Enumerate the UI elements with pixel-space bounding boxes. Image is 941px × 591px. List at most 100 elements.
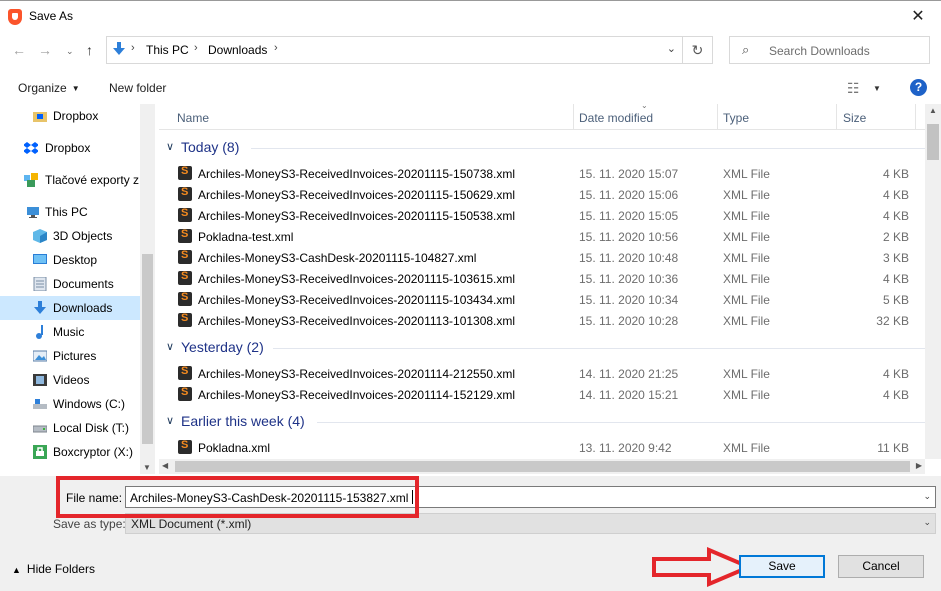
column-header-type[interactable]: Type bbox=[723, 111, 749, 125]
chevron-down-icon[interactable]: ⌄ bbox=[923, 491, 931, 502]
column-divider[interactable] bbox=[573, 104, 574, 130]
save-button[interactable]: Save bbox=[739, 555, 825, 578]
file-name: Archiles-MoneyS3-ReceivedInvoices-202011… bbox=[198, 367, 516, 381]
file-size: 5 KB bbox=[882, 293, 909, 307]
column-header-row: Name ⌄ Date modified Type Size bbox=[159, 104, 925, 130]
chevron-down-icon[interactable]: ∨ bbox=[166, 140, 174, 153]
address-dropdown-icon[interactable]: ⌄ bbox=[667, 42, 676, 55]
scrollbar-thumb[interactable] bbox=[927, 124, 939, 160]
nav-item-tlacove-exporty[interactable]: Tlačové exporty z bbox=[0, 168, 140, 192]
nav-item-this-pc[interactable]: This PC bbox=[0, 200, 140, 224]
nav-item-label: Dropbox bbox=[53, 109, 99, 123]
file-type: XML File bbox=[723, 388, 770, 402]
group-header-today[interactable]: ∨ Today (8) bbox=[159, 137, 925, 159]
nav-item-boxcryptor-x[interactable]: Boxcryptor (X:) bbox=[0, 440, 140, 464]
file-row[interactable]: Archiles-MoneyS3-ReceivedInvoices-202011… bbox=[159, 184, 925, 205]
group-header-yesterday[interactable]: ∨ Yesterday (2) bbox=[159, 337, 925, 359]
file-row[interactable]: Archiles-MoneyS3-ReceivedInvoices-202011… bbox=[159, 205, 925, 226]
file-list-horizontal-scrollbar[interactable]: ◀ ▶ bbox=[159, 459, 925, 474]
file-name: Archiles-MoneyS3-ReceivedInvoices-202011… bbox=[198, 293, 516, 307]
column-header-date-modified[interactable]: Date modified bbox=[579, 111, 653, 125]
file-row[interactable]: Archiles-MoneyS3-ReceivedInvoices-202011… bbox=[159, 363, 925, 384]
file-date: 14. 11. 2020 15:21 bbox=[579, 388, 679, 402]
back-arrow-icon[interactable]: ← bbox=[12, 42, 26, 58]
navigation-scrollbar[interactable]: ▼ bbox=[140, 104, 155, 474]
search-input[interactable]: Search Downloads bbox=[769, 44, 870, 58]
column-divider[interactable] bbox=[836, 104, 837, 130]
file-size: 4 KB bbox=[882, 388, 909, 402]
drive-icon bbox=[33, 425, 47, 433]
nav-item-documents[interactable]: Documents bbox=[0, 272, 140, 296]
nav-item-music[interactable]: Music bbox=[0, 320, 140, 344]
chevron-down-icon[interactable]: ∨ bbox=[166, 340, 174, 353]
dropbox-icon bbox=[24, 142, 38, 154]
shared-folder-icon bbox=[24, 173, 38, 187]
title-bar: Save As ✕ bbox=[0, 0, 941, 32]
file-row[interactable]: Archiles-MoneyS3-ReceivedInvoices-202011… bbox=[159, 163, 925, 184]
up-arrow-icon[interactable]: ↑ bbox=[86, 42, 93, 58]
file-name: Archiles-MoneyS3-CashDesk-20201115-10482… bbox=[198, 251, 477, 265]
close-icon[interactable]: ✕ bbox=[895, 1, 941, 32]
desktop-icon bbox=[33, 254, 47, 264]
recent-locations-chevron-icon[interactable]: ⌄ bbox=[66, 46, 74, 57]
nav-item-label: Pictures bbox=[53, 349, 97, 363]
refresh-icon[interactable]: ↻ bbox=[683, 36, 713, 64]
nav-item-label: Music bbox=[53, 325, 85, 339]
hide-folders-button[interactable]: ▲ Hide Folders bbox=[12, 562, 95, 576]
nav-item-desktop[interactable]: Desktop bbox=[0, 248, 140, 272]
file-row[interactable]: Pokladna.xml 13. 11. 2020 9:42 XML File 11 … bbox=[159, 437, 925, 458]
column-header-size[interactable]: Size bbox=[843, 111, 866, 125]
window-title: Save As bbox=[29, 9, 74, 23]
file-row[interactable]: Archiles-MoneyS3-ReceivedInvoices-202011… bbox=[159, 268, 925, 289]
file-date: 15. 11. 2020 10:36 bbox=[579, 272, 679, 286]
scrollbar-thumb[interactable] bbox=[175, 461, 910, 472]
3d-objects-icon bbox=[33, 229, 47, 243]
scroll-up-arrow-icon[interactable]: ▲ bbox=[929, 106, 937, 115]
scroll-left-arrow-icon[interactable]: ◀ bbox=[162, 461, 168, 470]
breadcrumb-downloads[interactable]: Downloads bbox=[208, 43, 267, 57]
column-divider[interactable] bbox=[717, 104, 718, 130]
nav-item-label: Desktop bbox=[53, 253, 98, 267]
file-row[interactable]: Archiles-MoneyS3-ReceivedInvoices-202011… bbox=[159, 384, 925, 405]
address-bar[interactable]: › This PC › Downloads › ⌄ bbox=[106, 36, 683, 64]
file-row[interactable]: Pokladna-test.xml 15. 11. 2020 10:56 XML F… bbox=[159, 226, 925, 247]
search-box[interactable]: ⌕ Search Downloads bbox=[729, 36, 930, 64]
caret-down-icon[interactable]: ▼ bbox=[873, 84, 881, 93]
new-folder-button[interactable]: New folder bbox=[109, 81, 166, 95]
file-row[interactable]: Archiles-MoneyS3-CashDesk-20201115-10482… bbox=[159, 247, 925, 268]
file-type: XML File bbox=[723, 251, 770, 265]
xml-file-icon bbox=[178, 228, 192, 243]
help-icon[interactable]: ? bbox=[910, 79, 927, 96]
group-header-earlier-this-week[interactable]: ∨ Earlier this week (4) bbox=[159, 411, 925, 433]
column-header-name[interactable]: Name bbox=[177, 111, 209, 125]
nav-item-label: Dropbox bbox=[45, 141, 91, 155]
breadcrumb-this-pc[interactable]: This PC bbox=[146, 43, 189, 57]
group-divider bbox=[317, 422, 925, 423]
file-list-vertical-scrollbar[interactable]: ▲ bbox=[925, 104, 941, 459]
file-size: 32 KB bbox=[876, 314, 909, 328]
file-row[interactable]: Archiles-MoneyS3-ReceivedInvoices-202011… bbox=[159, 310, 925, 331]
nav-item-label: Local Disk (T:) bbox=[53, 421, 130, 435]
scroll-down-arrow-icon[interactable]: ▼ bbox=[143, 463, 151, 472]
file-row[interactable]: Archiles-MoneyS3-ReceivedInvoices-202011… bbox=[159, 289, 925, 310]
column-divider[interactable] bbox=[915, 104, 916, 130]
forward-arrow-icon[interactable]: → bbox=[38, 42, 52, 58]
nav-item-dropbox[interactable]: Dropbox bbox=[0, 136, 140, 160]
scrollbar-thumb[interactable] bbox=[142, 254, 153, 444]
nav-item-pictures[interactable]: Pictures bbox=[0, 344, 140, 368]
nav-item-3d-objects[interactable]: 3D Objects bbox=[0, 224, 140, 248]
chevron-down-icon[interactable]: ⌄ bbox=[923, 517, 931, 528]
view-options-icon[interactable]: ☷ bbox=[847, 80, 860, 97]
nav-item-dropbox-folder[interactable]: Dropbox bbox=[0, 104, 140, 128]
chevron-down-icon[interactable]: ∨ bbox=[166, 414, 174, 427]
nav-item-windows-c[interactable]: Windows (C:) bbox=[0, 392, 140, 416]
nav-item-videos[interactable]: Videos bbox=[0, 368, 140, 392]
organize-button[interactable]: Organize ▼ bbox=[18, 81, 80, 95]
cancel-button[interactable]: Cancel bbox=[838, 555, 924, 578]
group-title: Yesterday (2) bbox=[181, 339, 264, 355]
nav-item-local-disk-t[interactable]: Local Disk (T:) bbox=[0, 416, 140, 440]
nav-item-downloads[interactable]: Downloads bbox=[0, 296, 140, 320]
scroll-right-arrow-icon[interactable]: ▶ bbox=[916, 461, 922, 470]
save-as-type-label: Save as type: bbox=[53, 517, 126, 531]
group-divider bbox=[273, 348, 925, 349]
